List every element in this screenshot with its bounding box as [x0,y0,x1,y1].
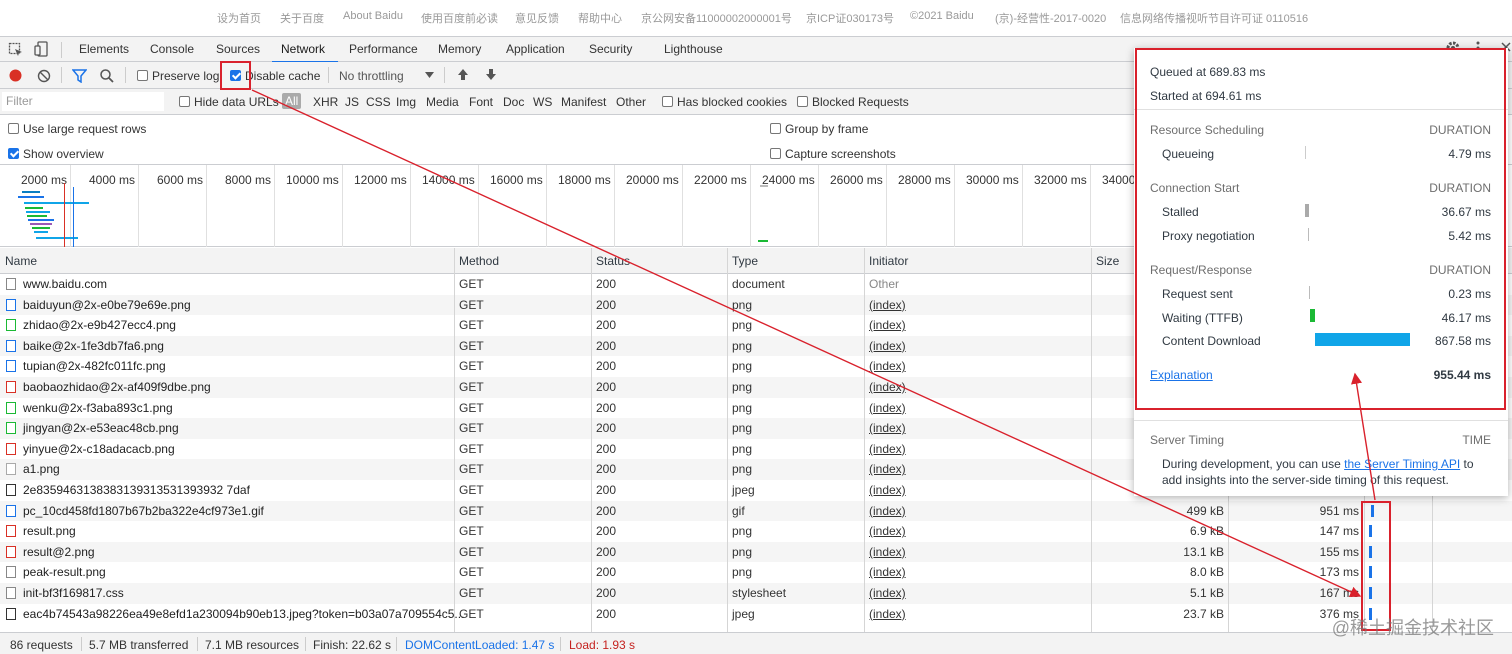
watermark: @稀土掘金技术社区 [1331,618,1494,638]
annotation-arrows [251,89,1376,598]
